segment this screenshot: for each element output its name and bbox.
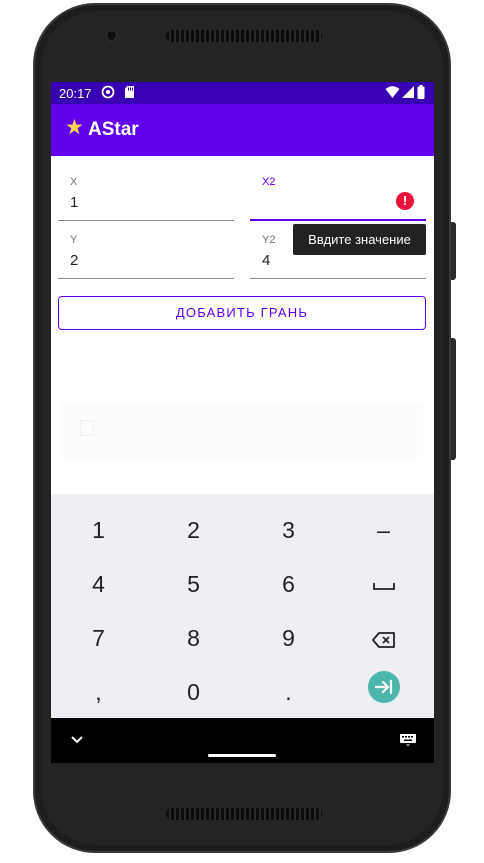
x2-field-label: X2	[262, 176, 276, 188]
key-9[interactable]: 9	[241, 611, 336, 665]
space-icon	[372, 582, 395, 590]
numeric-keyboard: 1 2 3 – 4 5 6 7 8 9 , 0 .	[51, 494, 434, 718]
key-3[interactable]: 3	[241, 503, 336, 557]
y-field-label: Y	[70, 234, 78, 246]
power-button	[451, 338, 456, 460]
y2-field-label: Y2	[262, 234, 276, 246]
sd-card-icon	[125, 86, 134, 98]
y2-field-value: 4	[262, 252, 271, 269]
app-bar: ★ AStar	[51, 104, 434, 156]
app-title: AStar	[88, 119, 139, 140]
key-minus[interactable]: –	[336, 503, 431, 557]
error-icon[interactable]: !	[396, 192, 414, 210]
volume-button	[451, 222, 456, 280]
top-speaker	[166, 30, 322, 42]
keyboard-switch-icon[interactable]	[400, 734, 416, 746]
y-field-value: 2	[70, 252, 79, 269]
key-period[interactable]: .	[241, 665, 336, 719]
status-bar: 20:17	[51, 82, 434, 104]
front-camera	[106, 30, 117, 41]
key-2[interactable]: 2	[146, 503, 241, 557]
key-backspace[interactable]	[336, 611, 431, 665]
y2-field-underline	[250, 278, 426, 279]
key-6[interactable]: 6	[241, 557, 336, 611]
battery-icon	[417, 85, 425, 99]
key-space[interactable]	[336, 557, 431, 611]
y-field-underline	[58, 278, 234, 279]
star-icon: ★	[65, 116, 84, 139]
x-field-underline	[58, 220, 234, 221]
y-field[interactable]: Y 2	[58, 228, 234, 280]
device-screen: 20:17 ★ AStar X 1 X2 ! Ввдите значение Y…	[51, 82, 434, 763]
next-field-key[interactable]	[368, 671, 400, 703]
bottom-speaker	[166, 808, 322, 820]
key-8[interactable]: 8	[146, 611, 241, 665]
x-field-value: 1	[70, 194, 79, 211]
key-comma[interactable]: ,	[51, 665, 146, 719]
y2-field[interactable]: Y2 4	[250, 228, 426, 280]
key-1[interactable]: 1	[51, 503, 146, 557]
x2-field-underline	[250, 219, 426, 221]
do-not-disturb-icon	[101, 85, 115, 99]
backspace-icon	[371, 632, 395, 648]
signal-icon	[402, 86, 414, 98]
x-field[interactable]: X 1	[58, 170, 234, 222]
key-7[interactable]: 7	[51, 611, 146, 665]
tab-next-icon	[374, 679, 393, 695]
add-edge-button[interactable]: ДОБАВИТЬ ГРАНЬ	[58, 296, 426, 330]
key-4[interactable]: 4	[51, 557, 146, 611]
nav-collapse-icon[interactable]	[71, 736, 83, 744]
home-indicator[interactable]	[208, 754, 276, 757]
status-time: 20:17	[59, 86, 92, 101]
list-item-placeholder	[60, 402, 423, 458]
x-field-label: X	[70, 176, 78, 188]
key-5[interactable]: 5	[146, 557, 241, 611]
key-0[interactable]: 0	[146, 665, 241, 719]
wifi-icon	[385, 86, 400, 98]
checkbox-placeholder	[80, 420, 94, 436]
navigation-bar	[51, 718, 434, 763]
